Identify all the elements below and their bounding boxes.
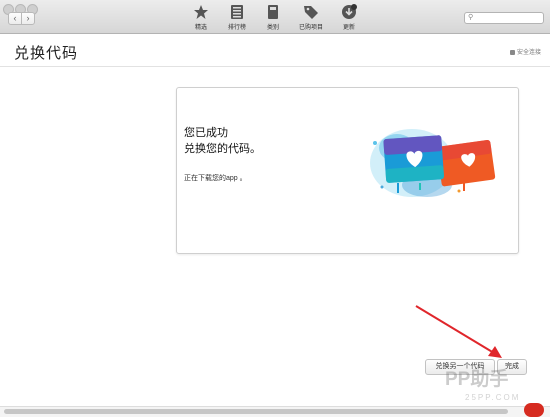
success-heading-line2: 兑换您的代码。 <box>184 143 261 155</box>
search-icon: ⚲ <box>468 14 474 21</box>
back-button[interactable]: ‹ <box>8 12 22 25</box>
horizontal-scrollbar[interactable] <box>0 406 550 417</box>
search-input[interactable]: ⚲ <box>464 12 544 24</box>
secure-connection-indicator: 安全连接 <box>509 47 541 56</box>
divider <box>0 66 550 67</box>
watermark-brand: PP助手 <box>445 369 509 390</box>
updates-badge-icon <box>342 4 357 19</box>
tab-label: 类别 <box>266 25 279 31</box>
toolbar: ‹ › 精选 排行榜 类别 已购项目 更新 ⚲ <box>0 0 550 34</box>
watermark-url: 25PP.COM <box>465 393 521 402</box>
categories-icon <box>268 5 278 19</box>
tab-categories[interactable]: 类别 <box>253 4 293 32</box>
redeem-success-card: 您已成功 兑换您的代码。 正在下载您的app 。 <box>176 87 519 254</box>
secure-connection-label: 安全连接 <box>516 50 541 56</box>
itunes-gift-cards-illustration <box>370 129 496 197</box>
tab-label: 排行榜 <box>227 25 246 31</box>
annotation-arrow-icon <box>415 305 502 358</box>
lock-icon <box>509 50 515 55</box>
scrollbar-thumb[interactable] <box>4 409 508 414</box>
tab-purchased[interactable]: 已购项目 <box>291 4 331 32</box>
purchased-tag-icon <box>304 6 318 19</box>
tab-top-charts[interactable]: 排行榜 <box>217 4 257 32</box>
tab-updates[interactable]: 更新 <box>329 4 369 32</box>
page-title: 兑换代码 <box>14 45 79 62</box>
download-status: 正在下载您的app 。 <box>184 175 247 182</box>
list-icon <box>231 5 243 19</box>
success-heading-line1: 您已成功 <box>184 127 228 139</box>
forward-button[interactable]: › <box>21 12 35 25</box>
corner-badge-icon <box>524 403 544 417</box>
tab-label: 更新 <box>342 25 355 31</box>
star-icon <box>194 5 208 19</box>
tab-label: 已购项目 <box>298 25 323 31</box>
tab-label: 精选 <box>194 25 207 31</box>
tab-featured[interactable]: 精选 <box>181 4 221 32</box>
